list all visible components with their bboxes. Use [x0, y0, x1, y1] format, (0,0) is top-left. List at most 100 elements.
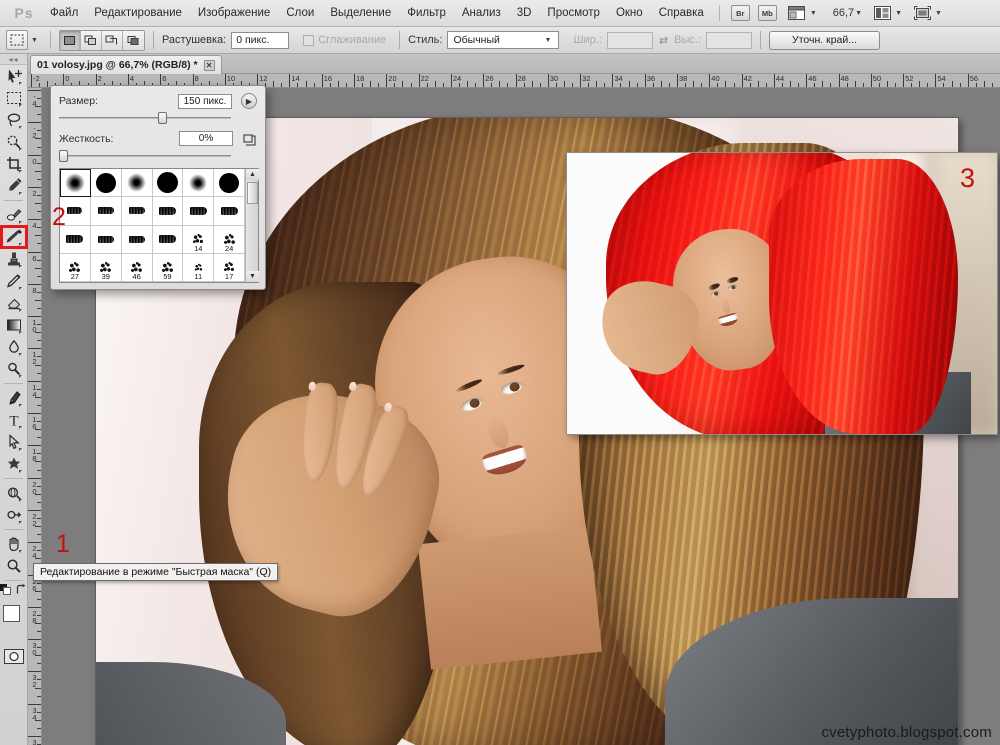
brush-hardness-slider[interactable]	[59, 149, 257, 163]
gradient-tool[interactable]	[1, 314, 27, 336]
brush-preset-cell[interactable]: 39	[90, 253, 122, 282]
horizontal-type-tool[interactable]: T	[1, 409, 27, 431]
scroll-up-arrow-icon[interactable]: ▲	[246, 169, 259, 180]
brush-preset-cell[interactable]: 27	[60, 253, 91, 282]
menu-item-view[interactable]: Просмотр	[539, 4, 608, 22]
eraser-tool[interactable]	[1, 292, 27, 314]
brush-grid-scroll-thumb[interactable]	[247, 182, 258, 204]
style-select[interactable]: Обычный ▼	[447, 31, 560, 49]
menu-item-selection[interactable]: Выделение	[322, 4, 399, 22]
brush-preset-cell[interactable]: 11	[183, 253, 215, 282]
menu-item-help[interactable]: Справка	[651, 4, 712, 22]
document-tab[interactable]: 01 volosy.jpg @ 66,7% (RGB/8) * ✕	[30, 55, 222, 74]
brush-preset-cell[interactable]	[214, 197, 245, 226]
brush-preset-cell[interactable]	[90, 169, 122, 198]
dodge-tool[interactable]	[1, 358, 27, 380]
brush-preset-grid[interactable]: 14 24 27 39 46 59 11 17 ▲ ▼	[59, 168, 259, 283]
default-colors-icon[interactable]	[0, 584, 11, 598]
refine-edge-button[interactable]: Уточн. край...	[769, 30, 880, 50]
brush-preset-cell[interactable]	[152, 169, 184, 198]
feather-input[interactable]: 0 пикс.	[231, 31, 290, 49]
menu-item-window[interactable]: Окно	[608, 4, 651, 22]
spot-healing-brush-tool[interactable]	[1, 204, 27, 226]
antialias-checkbox[interactable]	[303, 34, 315, 46]
quick-selection-tool[interactable]	[1, 131, 27, 153]
path-selection-tool[interactable]	[1, 431, 27, 453]
brush-preset-cell[interactable]	[60, 169, 91, 198]
brush-preset-cell[interactable]	[152, 225, 184, 254]
brush-hardness-slider-knob[interactable]	[59, 150, 68, 162]
width-input[interactable]	[606, 31, 653, 49]
screen-mode-icon[interactable]	[872, 5, 892, 21]
rectangular-marquee-icon[interactable]	[6, 30, 28, 50]
menu-item-analysis[interactable]: Анализ	[454, 4, 509, 22]
brush-preset-cell[interactable]: 46	[121, 253, 153, 282]
panel-menu-icon[interactable]: ▶	[241, 93, 257, 109]
brush-size-slider[interactable]	[59, 111, 257, 125]
3d-orbit-tool[interactable]	[1, 504, 27, 526]
brush-preset-cell[interactable]	[121, 197, 153, 226]
zoom-tool[interactable]	[1, 555, 27, 577]
menu-item-3d[interactable]: 3D	[509, 4, 540, 22]
blur-tool[interactable]	[1, 336, 27, 358]
menu-item-layers[interactable]: Слои	[278, 4, 322, 22]
lasso-tool[interactable]	[1, 109, 27, 131]
scroll-down-arrow-icon[interactable]: ▼	[246, 271, 259, 282]
menu-item-file[interactable]: Файл	[42, 4, 86, 22]
brush-preset-cell[interactable]	[121, 169, 153, 198]
swap-dimensions-icon[interactable]: ⇄	[659, 34, 668, 47]
swap-colors-icon[interactable]	[16, 584, 27, 598]
brush-hardness-input[interactable]: 0%	[179, 131, 233, 146]
result-photo-red-hair[interactable]: 3	[567, 153, 997, 434]
mini-bridge-icon[interactable]: Mb	[757, 5, 777, 21]
height-input[interactable]	[706, 31, 753, 49]
zoom-chevron-down-icon[interactable]: ▼	[855, 10, 862, 17]
3d-rotate-tool[interactable]	[1, 482, 27, 504]
custom-shape-tool[interactable]	[1, 453, 27, 475]
close-tab-icon[interactable]: ✕	[203, 59, 215, 71]
arrange-chevron-down-icon[interactable]: ▼	[810, 10, 817, 17]
add-to-selection-button[interactable]	[80, 30, 102, 50]
rectangular-marquee-tool[interactable]	[1, 87, 27, 109]
menu-item-filter[interactable]: Фильтр	[399, 4, 454, 22]
move-tool[interactable]	[1, 65, 27, 87]
workspace-switcher-icon[interactable]	[912, 5, 932, 21]
brush-preset-cell[interactable]: 24	[214, 225, 245, 254]
tool-preset-chevron-down-icon[interactable]: ▼	[31, 37, 38, 44]
pen-tool[interactable]	[1, 387, 27, 409]
brush-preset-cell[interactable]	[183, 169, 215, 198]
bridge-icon[interactable]: Br	[730, 5, 750, 21]
brush-grid-scrollbar[interactable]: ▲ ▼	[245, 169, 259, 282]
brush-tool[interactable]	[0, 225, 28, 249]
intersect-selection-button[interactable]	[122, 30, 144, 50]
brush-size-slider-knob[interactable]	[158, 112, 167, 124]
brush-preset-cell[interactable]: 17	[214, 253, 245, 282]
subtract-from-selection-button[interactable]	[101, 30, 123, 50]
eyedropper-tool[interactable]	[1, 175, 27, 197]
brush-preset-cells[interactable]: 14 24 27 39 46 59 11 17	[60, 169, 245, 282]
arrange-documents-icon[interactable]	[787, 5, 807, 21]
brush-preset-picker-panel[interactable]: Размер: 150 пикс. ▶ Жесткость: 0% 14 24 27…	[50, 85, 266, 290]
crop-tool[interactable]	[1, 153, 27, 175]
brush-preset-cell[interactable]: 59	[152, 253, 184, 282]
brush-preset-cell[interactable]	[121, 225, 153, 254]
brush-preset-cell[interactable]	[214, 169, 245, 198]
foreground-color-swatch[interactable]	[3, 605, 20, 622]
hand-tool[interactable]	[1, 533, 27, 555]
brush-preset-cell[interactable]	[90, 225, 122, 254]
brush-preset-cell[interactable]	[152, 197, 184, 226]
workspace-chevron-down-icon[interactable]: ▼	[935, 10, 942, 17]
brush-preset-cell[interactable]: 14	[183, 225, 215, 254]
brush-preset-cell[interactable]	[183, 197, 215, 226]
history-brush-tool[interactable]	[1, 270, 27, 292]
menu-item-image[interactable]: Изображение	[190, 4, 278, 22]
new-selection-button[interactable]	[59, 30, 81, 50]
brush-size-input[interactable]: 150 пикс.	[178, 93, 232, 109]
tools-panel-grip[interactable]: ◂◂	[0, 54, 27, 65]
preset-manager-icon[interactable]	[242, 133, 257, 147]
clone-stamp-tool[interactable]	[1, 248, 27, 270]
vertical-ruler[interactable]: -4 -2 0 2 4 6 8 10 12 14 16 18 20 22 24 26 28 30 32 34 36	[28, 88, 42, 745]
screen-mode-chevron-down-icon[interactable]: ▼	[895, 10, 902, 17]
brush-preset-cell[interactable]	[90, 197, 122, 226]
menu-item-edit[interactable]: Редактирование	[86, 4, 190, 22]
